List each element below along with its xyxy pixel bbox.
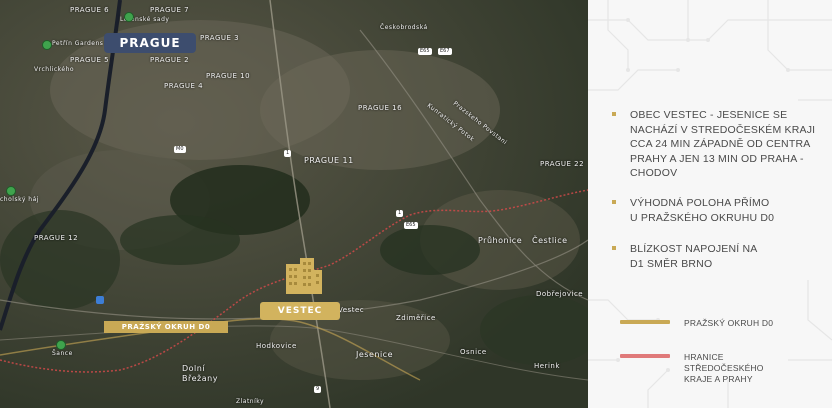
place-label: Vestec bbox=[338, 306, 365, 314]
place-label: Průhonice bbox=[478, 236, 523, 245]
road-badge: 1 bbox=[396, 210, 404, 217]
park-pin-icon[interactable] bbox=[56, 340, 66, 350]
bullet-marker bbox=[612, 200, 616, 204]
bullet-marker bbox=[612, 246, 616, 250]
place-label: Vrchlického bbox=[34, 66, 75, 73]
place-label: Čestlice bbox=[532, 236, 568, 245]
legend-line-border bbox=[620, 354, 670, 358]
place-label: Osnice bbox=[460, 348, 487, 356]
place-label: Dobřejovice bbox=[536, 290, 584, 298]
park-pin-icon[interactable] bbox=[6, 186, 16, 196]
place-label: Českobrodská bbox=[380, 24, 428, 31]
district-label: PRAGUE 4 bbox=[164, 82, 204, 90]
road-badge: 1 bbox=[284, 150, 292, 157]
district-label: PRAGUE 7 bbox=[150, 6, 190, 14]
info-bullet: OBEC VESTEC - JESENICE SE NACHÁZÍ V STRE… bbox=[612, 108, 815, 179]
district-label: PRAGUE 12 bbox=[34, 234, 79, 242]
satellite-map[interactable]: PRAGUE PRAGUE 6 PRAGUE 7 PRAGUE 3 PRAGUE… bbox=[0, 0, 588, 408]
airport-pin-icon[interactable] bbox=[96, 296, 104, 304]
park-pin-icon[interactable] bbox=[124, 12, 134, 22]
bullet-text: BLÍZKOST NAPOJENÍ NA D1 SMĚR BRNO bbox=[630, 243, 757, 270]
district-label: PRAGUE 16 bbox=[358, 104, 403, 112]
legend-line-ring-road bbox=[620, 320, 670, 324]
road-badge: E65 bbox=[418, 48, 432, 55]
bullet-marker bbox=[612, 112, 616, 116]
prague-badge: PRAGUE bbox=[104, 33, 196, 53]
place-label: Herink bbox=[534, 362, 560, 370]
info-bullet: BLÍZKOST NAPOJENÍ NA D1 SMĚR BRNO bbox=[612, 242, 812, 272]
place-label: Šance bbox=[52, 350, 73, 357]
vestec-badge: VESTEC bbox=[260, 302, 340, 320]
district-label: PRAGUE 11 bbox=[304, 156, 354, 165]
place-label: Zlatníky bbox=[236, 398, 265, 405]
ring-road-label: PRAŽSKÝ OKRUH D0 bbox=[104, 321, 228, 333]
district-label: PRAGUE 3 bbox=[200, 34, 240, 42]
bullet-text: VÝHODNÁ POLOHA PŘÍMO U PRAŽSKÉHO OKRUHU … bbox=[630, 197, 775, 224]
building-icon bbox=[286, 258, 322, 294]
info-panel: OBEC VESTEC - JESENICE SE NACHÁZÍ V STRE… bbox=[588, 0, 832, 408]
road-badge: 9 bbox=[314, 386, 322, 393]
district-label: PRAGUE 5 bbox=[70, 56, 110, 64]
place-label: Jesenice bbox=[356, 350, 393, 359]
park-pin-icon[interactable] bbox=[42, 40, 52, 50]
legend-label-ring-road: PRAŽSKÝ OKRUH D0 bbox=[684, 318, 774, 328]
district-label: PRAGUE 10 bbox=[206, 72, 251, 80]
info-bullet: VÝHODNÁ POLOHA PŘÍMO U PRAŽSKÉHO OKRUHU … bbox=[612, 196, 812, 226]
district-label: PRAGUE 2 bbox=[150, 56, 190, 64]
place-label: Zdiměřice bbox=[396, 314, 436, 322]
road-badge: E65 bbox=[404, 222, 418, 229]
road-badge: M0 bbox=[174, 146, 186, 153]
place-label: Dolní Břežany bbox=[182, 364, 218, 383]
district-label: PRAGUE 6 bbox=[70, 6, 110, 14]
road-badge: E67 bbox=[438, 48, 452, 55]
place-label: Petřín Gardens bbox=[52, 40, 104, 47]
place-label: cholský háj bbox=[0, 196, 39, 203]
place-label: Hodkovice bbox=[256, 342, 297, 350]
legend-label-border: HRANICE STŘEDOČESKÉHO KRAJE A PRAHY bbox=[684, 352, 764, 384]
bullet-text: OBEC VESTEC - JESENICE SE NACHÁZÍ V STRE… bbox=[630, 109, 816, 179]
district-label: PRAGUE 22 bbox=[540, 160, 585, 168]
